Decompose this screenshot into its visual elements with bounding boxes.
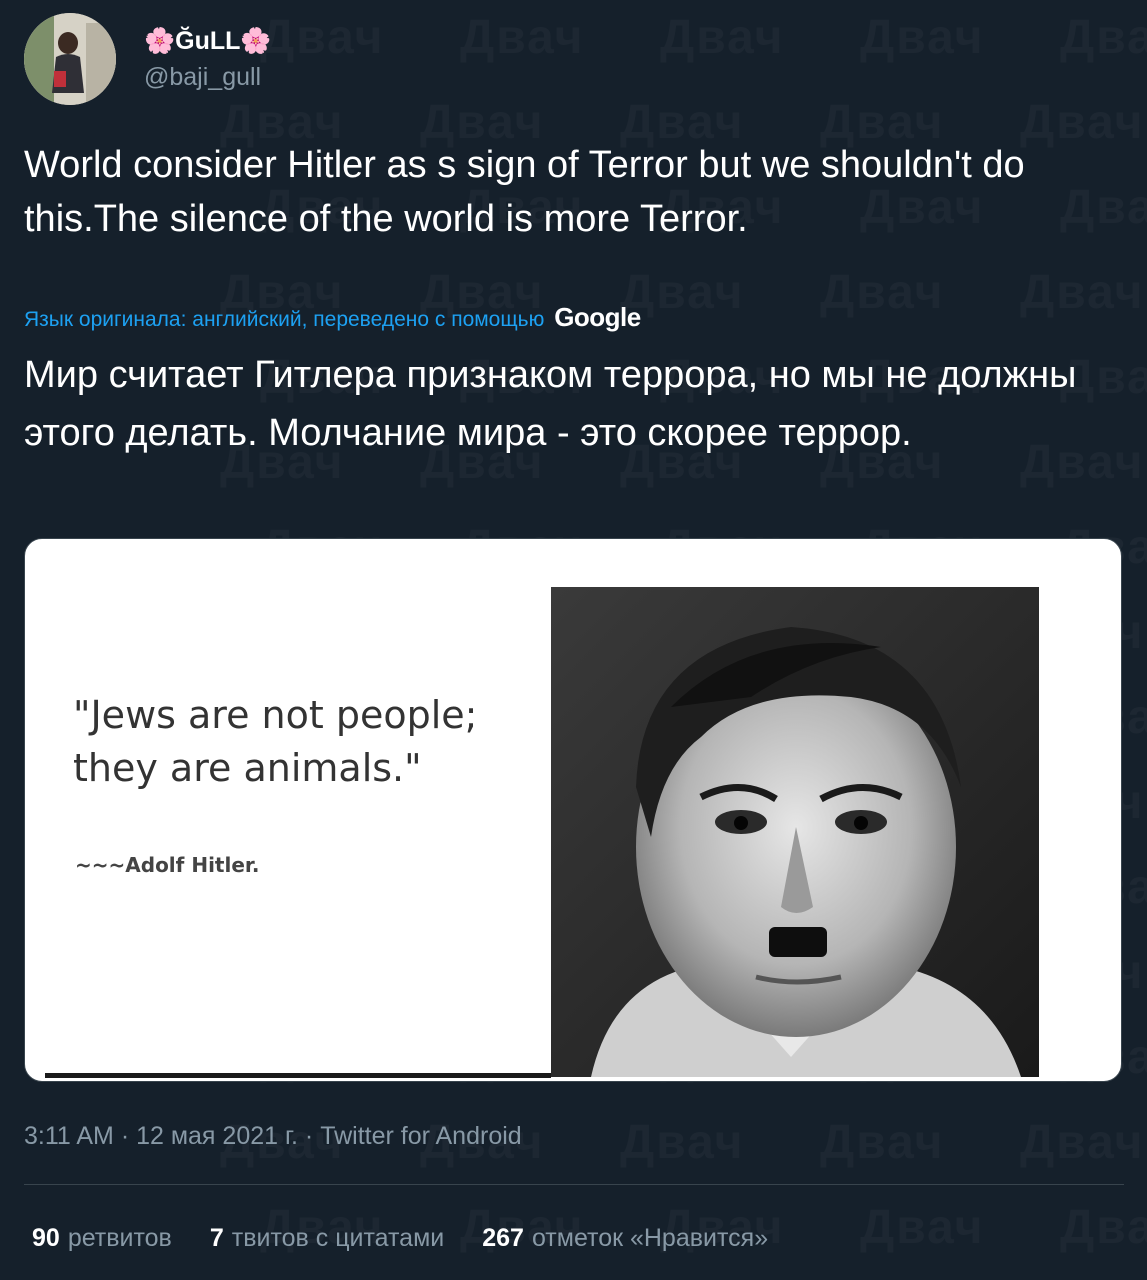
retweets-stat[interactable]: 90 ретвитов xyxy=(32,1218,172,1258)
tweet-media-image[interactable]: "Jews are not people; they are animals."… xyxy=(24,538,1122,1082)
image-quote-text: "Jews are not people; they are animals." xyxy=(73,693,478,790)
watermark-text: Двач xyxy=(860,1200,984,1255)
user-handle[interactable]: @baji_gull xyxy=(144,61,272,93)
tweet-stats: 90 ретвитов 7 твитов с цитатами 267 отметок… xyxy=(32,1218,806,1258)
flower-emoji-right: 🌸 xyxy=(240,27,272,55)
display-name[interactable]: 🌸ĞuLL🌸 xyxy=(144,25,272,57)
watermark-text: Двач xyxy=(1060,10,1147,65)
quote-tweets-label: твитов с цитатами xyxy=(231,1224,445,1252)
tweet-header: 🌸ĞuLL🌸 @baji_gull xyxy=(24,12,272,106)
watermark-text: Двач xyxy=(1060,1200,1147,1255)
watermark-text: Двач xyxy=(460,10,584,65)
translation-note[interactable]: Язык оригинала: английский, переведено с… xyxy=(24,300,641,337)
likes-stat[interactable]: 267 отметок «Нравится» xyxy=(482,1218,768,1258)
avatar[interactable] xyxy=(24,13,116,105)
translated-text: Мир считает Гитлера признаком террора, н… xyxy=(24,354,1077,454)
image-quote-attribution: ~~~Adolf Hitler. xyxy=(75,853,260,877)
watermark-text: Двач xyxy=(860,10,984,65)
tweet-timestamp[interactable]: 3:11 AM · 12 мая 2021 г. · Twitter for A… xyxy=(24,1116,522,1156)
watermark-text: Двач xyxy=(660,10,784,65)
watermark-text: Двач xyxy=(820,265,944,320)
likes-label: отметок «Нравится» xyxy=(531,1224,769,1252)
quote-tweets-count: 7 xyxy=(209,1224,224,1252)
watermark-text: Двач xyxy=(1020,1115,1144,1170)
watermark-text: Двач xyxy=(260,10,384,65)
watermark-text: Двач xyxy=(620,1115,744,1170)
stats-divider xyxy=(24,1184,1124,1185)
google-logo: Google xyxy=(554,302,641,332)
watermark-text: Двач xyxy=(1020,265,1144,320)
portrait-photo xyxy=(551,587,1039,1077)
watermark-text: Двач xyxy=(820,1115,944,1170)
flower-emoji-left: 🌸 xyxy=(144,27,176,55)
retweets-label: ретвитов xyxy=(67,1224,172,1252)
image-divider-line xyxy=(45,1073,551,1078)
watermark-text: Двач xyxy=(1060,180,1147,235)
display-name-text: ĞuLL xyxy=(175,27,241,55)
likes-count: 267 xyxy=(482,1224,524,1252)
translation-note-text: Язык оригинала: английский, переведено с… xyxy=(24,308,545,331)
tweet-text: World consider Hitler as s sign of Terro… xyxy=(24,144,1025,240)
retweets-count: 90 xyxy=(32,1224,60,1252)
quote-tweets-stat[interactable]: 7 твитов с цитатами xyxy=(210,1218,444,1258)
